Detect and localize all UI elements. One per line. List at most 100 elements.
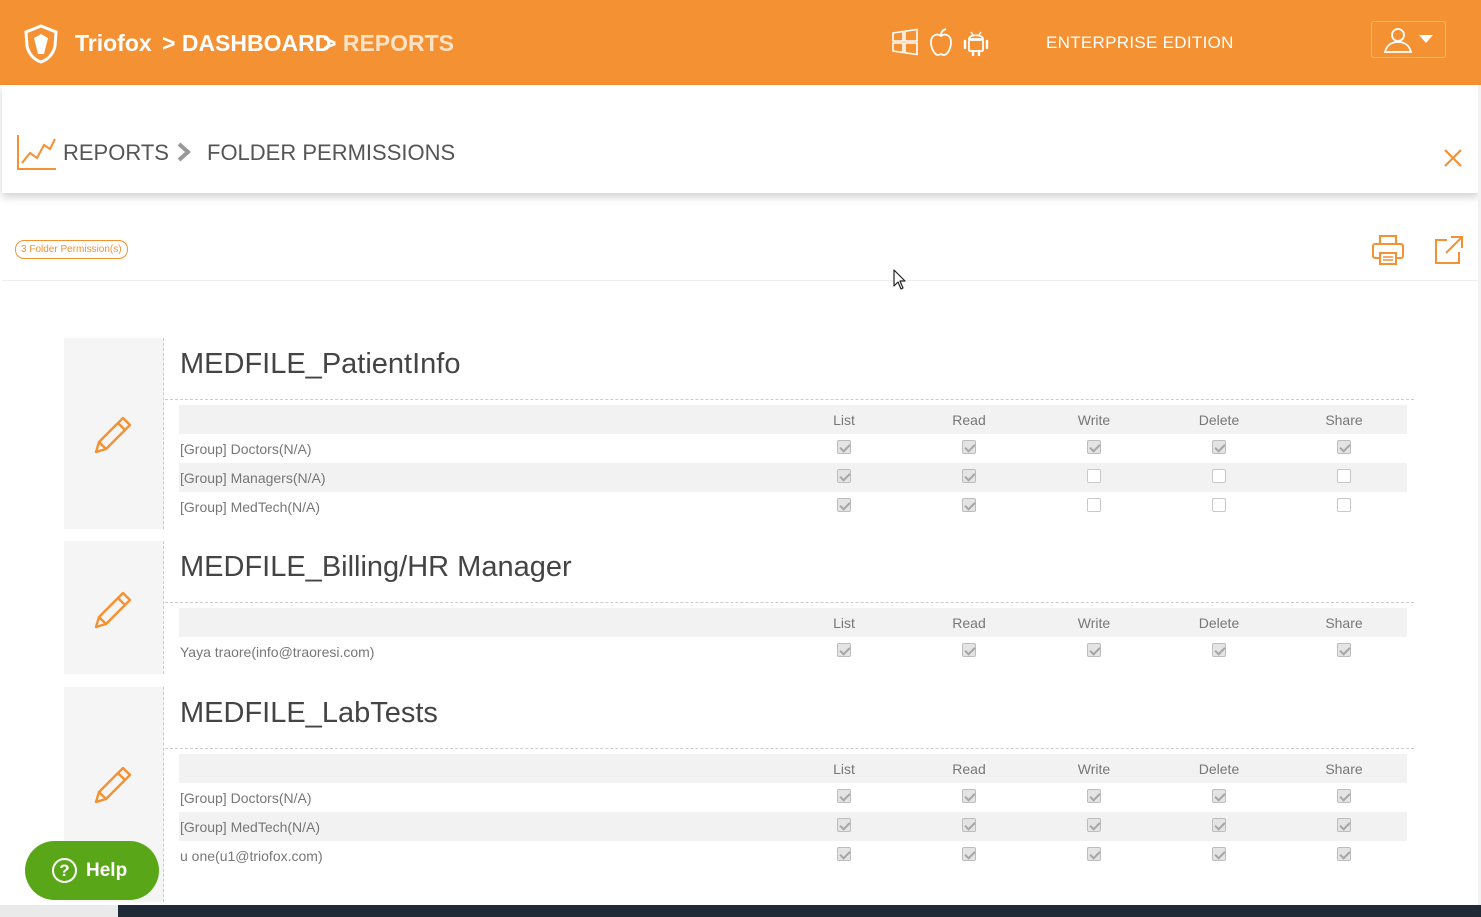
export-icon[interactable]: [1433, 234, 1465, 266]
checkbox-list: [837, 789, 851, 803]
checkbox-share: [1337, 643, 1351, 657]
edit-panel[interactable]: [64, 338, 164, 529]
column-header-list: List: [833, 615, 855, 631]
checkbox-share: [1337, 789, 1351, 803]
pencil-icon[interactable]: [92, 762, 136, 806]
checkbox-read: [962, 440, 976, 454]
checkbox-write: [1087, 847, 1101, 861]
user-icon: [1383, 28, 1413, 53]
print-icon[interactable]: [1371, 234, 1405, 266]
top-bar: Triofox > DASHBOARD > REPORTS ENTERPRISE…: [0, 0, 1481, 85]
folder-title-divider: [165, 602, 1414, 603]
breadcrumb-dashboard-label: DASHBOARD: [181, 30, 332, 56]
column-header-read: Read: [952, 412, 986, 428]
folder-name: MEDFILE_LabTests: [180, 697, 438, 729]
pencil-icon[interactable]: [92, 412, 136, 456]
line-chart-icon: [17, 135, 56, 170]
checkbox-delete: [1212, 643, 1226, 657]
column-header-delete: Delete: [1198, 615, 1240, 631]
close-icon[interactable]: [1443, 148, 1463, 168]
checkbox-delete: [1212, 789, 1226, 803]
table-row: u one(u1@triofox.com): [179, 841, 1407, 870]
windows-icon[interactable]: [890, 28, 920, 56]
folder-title-divider: [165, 748, 1414, 749]
checkbox-read: [962, 469, 976, 483]
count-badge: 3 Folder Permission(s): [15, 240, 128, 259]
checkbox-share: [1337, 818, 1351, 832]
checkbox-share: [1337, 847, 1351, 861]
checkbox-write: [1087, 789, 1101, 803]
checkbox-list: [837, 847, 851, 861]
os-taskbar: [0, 905, 1481, 917]
permission-table-header: List Read Write Delete Share: [179, 608, 1407, 637]
folder-title-divider: [165, 399, 1414, 400]
folder-card: MEDFILE_PatientInfo List Read Write Dele…: [64, 338, 1414, 529]
permission-table-header: List Read Write Delete Share: [179, 405, 1407, 434]
brand-name[interactable]: Triofox: [75, 30, 152, 57]
table-row: Yaya traore(info@traoresi.com): [179, 637, 1407, 666]
chevron-down-icon: [1419, 35, 1433, 43]
column-header-write: Write: [1077, 761, 1111, 777]
checkbox-read: [962, 643, 976, 657]
taskbar-search-area[interactable]: [0, 905, 118, 917]
permission-principal: [Group] Managers(N/A): [180, 470, 326, 486]
page-header: REPORTS FOLDER PERMISSIONS: [2, 85, 1479, 193]
user-menu-button[interactable]: [1371, 21, 1446, 58]
edit-panel[interactable]: [64, 541, 164, 674]
edition-label: ENTERPRISE EDITION: [1046, 33, 1234, 52]
checkbox-list: [837, 498, 851, 512]
column-header-read: Read: [952, 761, 986, 777]
checkbox-delete: [1212, 847, 1226, 861]
pencil-icon[interactable]: [92, 587, 136, 631]
column-header-read: Read: [952, 615, 986, 631]
column-header-delete: Delete: [1198, 761, 1240, 777]
table-row: [Group] Managers(N/A): [179, 463, 1407, 492]
checkbox-read: [962, 818, 976, 832]
checkbox-read: [962, 789, 976, 803]
permission-principal: [Group] Doctors(N/A): [180, 441, 312, 457]
column-header-delete: Delete: [1198, 412, 1240, 428]
breadcrumb-reports: > REPORTS: [323, 30, 454, 57]
checkbox-list: [837, 643, 851, 657]
help-button[interactable]: ? Help: [25, 841, 159, 900]
page-title: FOLDER PERMISSIONS: [207, 140, 456, 165]
permission-principal: [Group] MedTech(N/A): [180, 819, 321, 835]
android-icon[interactable]: [962, 27, 990, 57]
column-header-list: List: [833, 412, 855, 428]
apple-icon[interactable]: [928, 27, 954, 57]
breadcrumb-reports-link[interactable]: REPORTS: [63, 140, 169, 166]
checkbox-delete: [1212, 440, 1226, 454]
triofox-logo-icon[interactable]: [22, 24, 60, 64]
table-row: [Group] Doctors(N/A): [179, 434, 1407, 463]
chevron-right-icon: [177, 142, 192, 162]
permission-table: List Read Write Delete Share [Group] Doc…: [179, 405, 1407, 521]
checkbox-delete: [1212, 498, 1226, 512]
checkbox-share: [1337, 469, 1351, 483]
permission-table-header: List Read Write Delete Share: [179, 754, 1407, 783]
help-label: Help: [86, 860, 128, 881]
checkbox-write: [1087, 818, 1101, 832]
breadcrumb-dashboard[interactable]: > DASHBOARD: [162, 30, 331, 57]
checkbox-list: [837, 469, 851, 483]
checkbox-delete: [1212, 818, 1226, 832]
checkbox-share: [1337, 440, 1351, 454]
breadcrumb-reports-label: REPORTS: [342, 30, 455, 56]
column-header-write: Write: [1077, 615, 1111, 631]
column-header-write: Write: [1077, 412, 1111, 428]
permission-principal: [Group] Doctors(N/A): [180, 790, 312, 806]
breadcrumb-separator: >: [162, 30, 176, 56]
folder-card: MEDFILE_LabTests List Read Write Delete …: [64, 687, 1414, 902]
question-icon: ?: [52, 858, 77, 883]
checkbox-read: [962, 847, 976, 861]
client-download-icons: [890, 27, 990, 57]
permission-principal: [Group] MedTech(N/A): [180, 499, 321, 515]
checkbox-write: [1087, 469, 1101, 483]
permission-table: List Read Write Delete Share [Group] Doc…: [179, 754, 1407, 870]
folder-name: MEDFILE_Billing/HR Manager: [180, 551, 572, 583]
checkbox-write: [1087, 643, 1101, 657]
column-header-share: Share: [1325, 615, 1363, 631]
permission-table: List Read Write Delete Share Yaya traore…: [179, 608, 1407, 666]
table-row: [Group] Doctors(N/A): [179, 783, 1407, 812]
permission-principal: u one(u1@triofox.com): [180, 848, 323, 864]
checkbox-share: [1337, 498, 1351, 512]
